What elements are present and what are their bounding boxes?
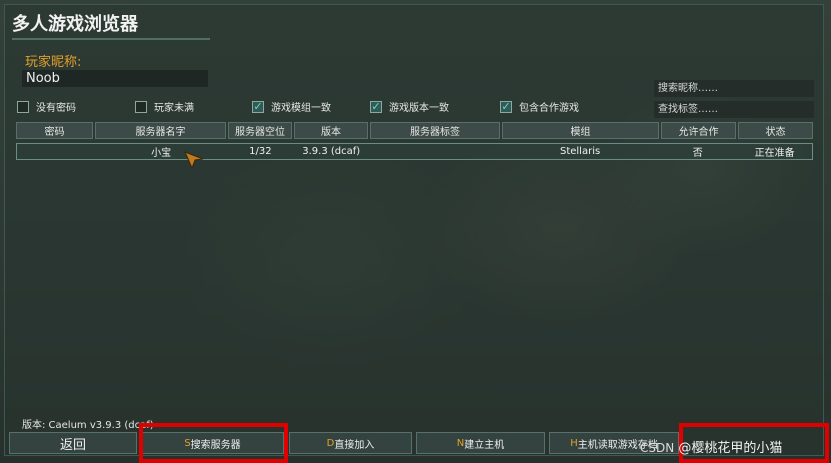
checkmark-icon: ✓ — [371, 100, 381, 113]
watermark: CSDN @樱桃花甲的小猫 — [640, 437, 782, 456]
table-row[interactable]: 小宝 1/32 3.9.3 (dcaf) Stellaris 否 正在准备 — [16, 143, 813, 160]
search-tag-input[interactable] — [654, 101, 814, 118]
watermark-prefix: CSDN — [640, 441, 675, 455]
checkbox-same-version[interactable]: ✓ — [370, 100, 382, 113]
cell-status: 正在准备 — [754, 148, 795, 159]
mouse-cursor-icon — [184, 151, 204, 169]
cell-slots: 1/32 — [249, 146, 272, 157]
filter-include-coop-label: 包含合作游戏 — [519, 103, 579, 114]
filter-same-mods-label: 游戏模组一致 — [271, 103, 331, 114]
filter-not-full[interactable]: 玩家未满 — [135, 99, 194, 114]
column-server-tags[interactable]: 服务器标签 — [370, 122, 500, 139]
checkbox-include-coop[interactable]: ✓ — [500, 100, 512, 113]
back-button[interactable]: 返回 — [9, 432, 137, 454]
version-label: 版本: Caelum v3.9.3 (dcaf) — [22, 420, 154, 431]
search-servers-label: 搜索服务器 — [190, 439, 241, 451]
column-server-name[interactable]: 服务器名字 — [95, 122, 226, 139]
direct-join-label: 直接加入 — [334, 439, 375, 451]
cell-allow-coop: 否 — [692, 148, 703, 159]
column-slots[interactable]: 服务器空位 — [228, 122, 292, 139]
window-title: 多人游戏浏览器 — [12, 14, 138, 35]
table-header: 密码 服务器名字 服务器空位 版本 服务器标签 模组 允许合作 状态 — [16, 122, 813, 139]
checkmark-icon: ✓ — [501, 100, 511, 113]
checkbox-same-mods[interactable]: ✓ — [252, 100, 264, 113]
hotkey-n: N — [456, 437, 465, 449]
filter-same-version-label: 游戏版本一致 — [389, 103, 449, 114]
column-status[interactable]: 状态 — [738, 122, 813, 139]
cell-mod: Stellaris — [559, 146, 601, 157]
column-password[interactable]: 密码 — [16, 122, 93, 139]
cell-server-tags — [370, 144, 500, 159]
watermark-text: @樱桃花甲的小猫 — [678, 441, 783, 456]
filter-no-password[interactable]: 没有密码 — [17, 99, 76, 114]
column-version[interactable]: 版本 — [294, 122, 368, 139]
nickname-label: 玩家昵称: — [25, 55, 82, 70]
filter-include-coop[interactable]: ✓ 包含合作游戏 — [500, 99, 579, 114]
filter-not-full-label: 玩家未满 — [154, 103, 194, 114]
cell-password — [17, 144, 94, 159]
host-game-button[interactable]: N 建立主机 — [416, 432, 545, 454]
filter-no-password-label: 没有密码 — [36, 103, 76, 114]
checkmark-icon: ✓ — [253, 100, 263, 113]
search-servers-button[interactable]: S 搜索服务器 — [141, 432, 284, 454]
filter-same-mods[interactable]: ✓ 游戏模组一致 — [252, 99, 331, 114]
checkbox-no-password[interactable] — [17, 100, 29, 113]
direct-join-button[interactable]: D 直接加入 — [289, 432, 412, 454]
nickname-input[interactable] — [22, 70, 208, 87]
checkbox-not-full[interactable] — [135, 100, 147, 113]
host-game-label: 建立主机 — [464, 439, 505, 451]
hotkey-h: H — [570, 437, 578, 449]
server-table: 密码 服务器名字 服务器空位 版本 服务器标签 模组 允许合作 状态 小宝 1/… — [16, 122, 813, 160]
hotkey-d: D — [326, 437, 335, 449]
search-nickname-input[interactable] — [654, 80, 814, 97]
column-mod[interactable]: 模组 — [502, 122, 659, 139]
cell-version: 3.9.3 (dcaf) — [302, 146, 361, 157]
column-allow-coop[interactable]: 允许合作 — [661, 122, 736, 139]
cell-server-name: 小宝 — [151, 148, 172, 159]
title-underline — [12, 38, 210, 40]
filter-same-version[interactable]: ✓ 游戏版本一致 — [370, 99, 449, 114]
